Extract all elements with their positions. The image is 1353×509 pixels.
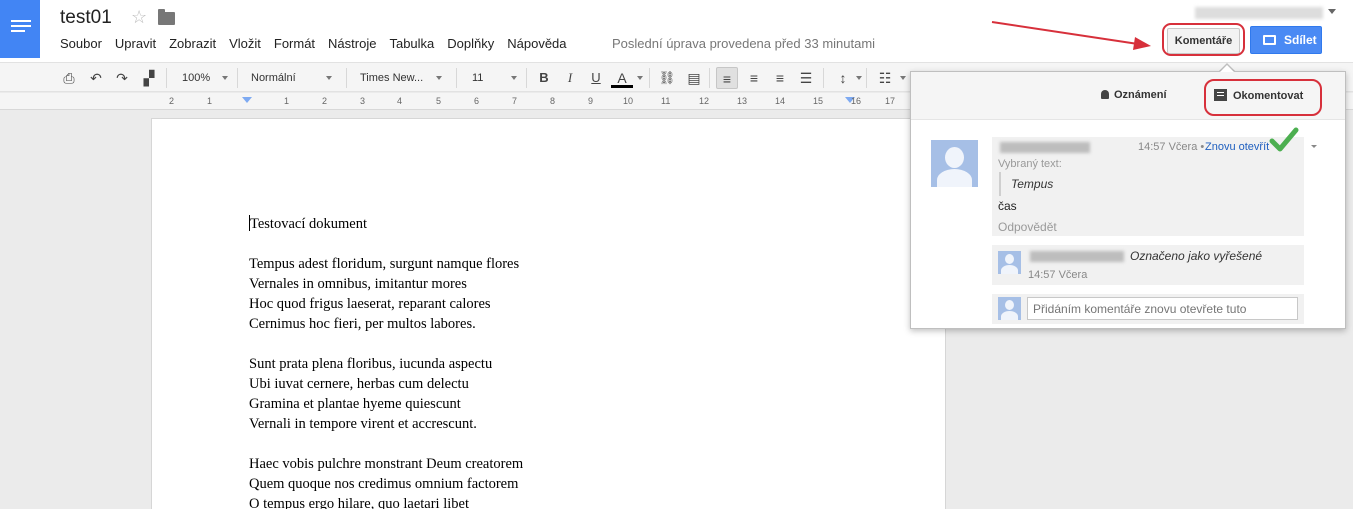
comment-author-blurred [1000, 142, 1090, 153]
align-right-icon[interactable]: ≡ [769, 67, 791, 89]
reopen-link[interactable]: Znovu otevřít [1205, 141, 1269, 153]
align-left-icon[interactable]: ≡ [716, 67, 738, 89]
poem-line: Cernimus hoc fieri, per multos labores. [249, 316, 476, 332]
menu-table[interactable]: Tabulka [389, 36, 434, 51]
justify-icon[interactable]: ☰ [795, 67, 817, 89]
avatar [998, 251, 1021, 274]
selected-text-label: Vybraný text: [998, 158, 1062, 170]
resolved-entry: Označeno jako vyřešené 14:57 Včera [992, 245, 1304, 285]
poem-line: Ubi iuvat cernere, herbas cum delectu [249, 376, 469, 392]
share-label: Sdílet [1284, 33, 1317, 47]
chevron-down-icon[interactable] [1328, 9, 1336, 14]
docs-logo-icon[interactable] [0, 0, 40, 58]
link-icon[interactable]: ⛓ [656, 67, 678, 89]
comment-time: 14:57 Včera • [1138, 141, 1205, 153]
menu-tools[interactable]: Nástroje [328, 36, 376, 51]
comments-panel: Oznámení Okomentovat 14:57 Včera • Znovu… [910, 71, 1346, 329]
resolved-status-text: Označeno jako vyřešené [1130, 249, 1263, 263]
panel-caret-inner [1220, 65, 1234, 72]
menu-view[interactable]: Zobrazit [169, 36, 216, 51]
app-header: test01 ☆ Soubor Upravit Zobrazit Vložit … [0, 0, 1353, 62]
star-icon[interactable]: ☆ [131, 7, 147, 28]
avatar [998, 297, 1021, 320]
document-body[interactable]: Testovací dokument Tempus adest floridum… [249, 214, 523, 509]
bell-icon [1101, 90, 1109, 99]
resolved-time: 14:57 Včera [1028, 269, 1088, 281]
align-center-icon[interactable]: ≡ [743, 67, 765, 89]
comment-thread[interactable]: 14:57 Včera • Znovu otevřít Vybraný text… [992, 127, 1317, 236]
italic-button[interactable]: I [559, 67, 581, 89]
folder-icon[interactable] [158, 9, 175, 25]
document-page[interactable]: Testovací dokument Tempus adest floridum… [151, 118, 946, 509]
menu-help[interactable]: Nápověda [507, 36, 566, 51]
poem-line: Quem quoque nos credimus omnium factorem [249, 476, 519, 492]
resolver-name-blurred [1030, 251, 1124, 262]
text-color-swatch [611, 85, 633, 88]
underline-button[interactable]: U [585, 67, 607, 89]
comment-menu-chevron-icon[interactable] [1311, 145, 1317, 148]
poem-line: O tempus ergo hilare, quo laetari libet [249, 496, 469, 509]
document-heading: Testovací dokument [249, 215, 367, 232]
text-color-button[interactable]: A [611, 67, 633, 89]
poem-line: Sunt prata plena floribus, iucunda aspec… [249, 356, 493, 372]
poem-line: Vernales in omnibus, imitantur mores [249, 276, 467, 292]
numbered-list-icon[interactable]: ☷ [874, 67, 896, 89]
reply-link[interactable]: Odpovědět [998, 220, 1057, 234]
last-edit-status[interactable]: Poslední úprava provedena před 33 minuta… [612, 36, 875, 51]
poem-line: Hoc quod frigus laeserat, reparant calor… [249, 296, 491, 312]
comment-text: čas [998, 199, 1017, 213]
poem-line: Gramina et plantae hyeme quiescunt [249, 396, 461, 412]
menu-insert[interactable]: Vložit [229, 36, 261, 51]
reply-input[interactable] [1027, 297, 1298, 320]
paint-format-icon[interactable]: ▞ [138, 67, 160, 89]
undo-icon[interactable]: ↶ [85, 67, 107, 89]
document-title[interactable]: test01 [60, 7, 112, 29]
redo-icon[interactable]: ↷ [111, 67, 133, 89]
menu-edit[interactable]: Upravit [115, 36, 156, 51]
font-select[interactable]: Times New... [360, 67, 423, 89]
paragraph-style-select[interactable]: Normální [251, 67, 296, 89]
zoom-select[interactable]: 100% [182, 67, 210, 89]
annotation-arrow [991, 21, 1151, 50]
indent-marker-icon[interactable] [242, 97, 252, 103]
selected-text-quote: Tempus [999, 172, 1053, 196]
text-color-label: A [617, 70, 627, 86]
annotation-highlight-comments [1162, 23, 1245, 56]
menu-addons[interactable]: Doplňky [447, 36, 494, 51]
comments-panel-header: Oznámení Okomentovat [911, 72, 1345, 120]
font-size-select[interactable]: 11 [472, 67, 483, 89]
comment-icon[interactable]: ▤ [683, 67, 705, 89]
checkmark-icon [1269, 127, 1299, 152]
notifications-button[interactable]: Oznámení [1101, 89, 1167, 101]
poem-line: Vernali in tempore virent et accrescunt. [249, 416, 477, 432]
print-icon[interactable]: ⎙ [58, 67, 80, 89]
notifications-label: Oznámení [1114, 89, 1167, 101]
poem-line: Haec vobis pulchre monstrant Deum creato… [249, 456, 524, 472]
menu-format[interactable]: Formát [274, 36, 315, 51]
account-email-blurred[interactable] [1195, 7, 1323, 19]
reply-box [992, 294, 1304, 324]
avatar [931, 140, 978, 187]
menu-bar: Soubor Upravit Zobrazit Vložit Formát Ná… [60, 36, 580, 51]
share-icon [1263, 35, 1276, 45]
bold-button[interactable]: B [533, 67, 555, 89]
poem-line: Tempus adest floridum, surgunt namque fl… [249, 256, 520, 272]
line-spacing-icon[interactable]: ↕ [832, 67, 854, 89]
menu-file[interactable]: Soubor [60, 36, 102, 51]
share-button[interactable]: Sdílet [1250, 26, 1322, 54]
annotation-highlight-add-comment [1204, 79, 1322, 116]
